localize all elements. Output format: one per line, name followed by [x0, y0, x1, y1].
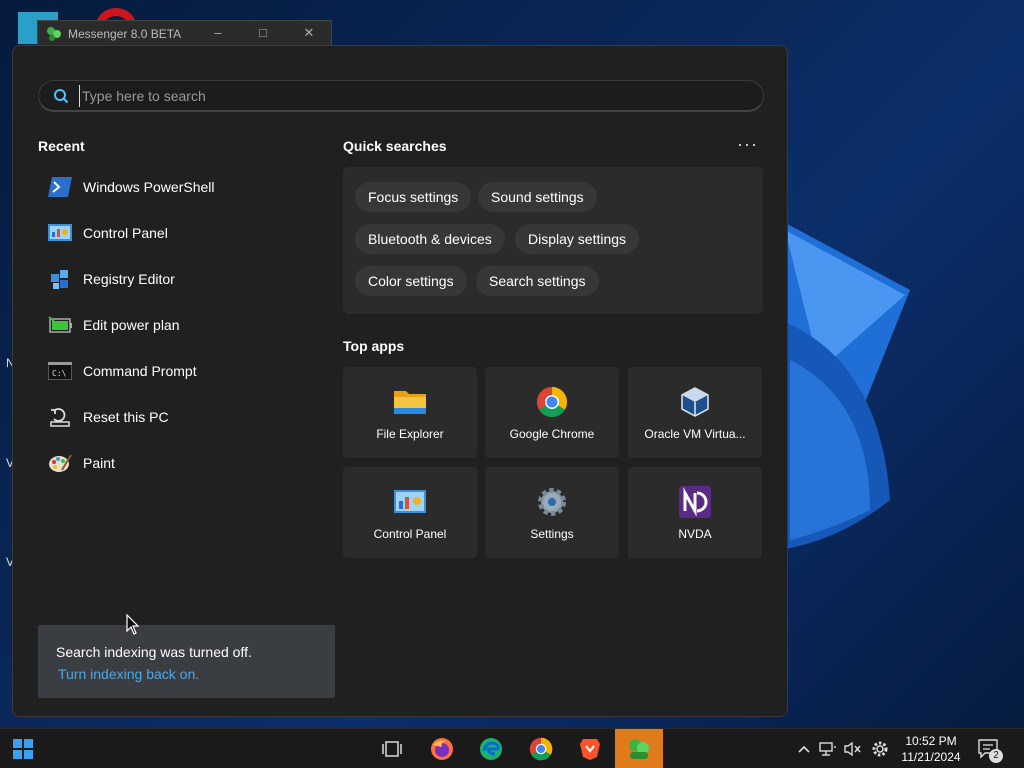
recent-item-registry-editor[interactable]: Registry Editor [37, 259, 307, 299]
app-tile-label: NVDA [678, 527, 712, 541]
show-hidden-icons-button[interactable] [795, 729, 813, 768]
app-tile-nvda[interactable]: NVDA [628, 467, 762, 558]
taskbar-firefox[interactable] [422, 729, 462, 768]
windows-icon [13, 739, 33, 759]
minimize-button[interactable]: – [208, 25, 228, 40]
task-view-button[interactable] [372, 729, 412, 768]
app-tile-label: Settings [530, 527, 574, 541]
messenger-window-titlebar[interactable]: Messenger 8.0 BETA – □ ✕ [37, 20, 332, 48]
app-tile-google-chrome[interactable]: Google Chrome [485, 367, 619, 458]
app-tile-label: File Explorer [376, 427, 444, 441]
settings-tray-button[interactable] [869, 729, 891, 768]
recent-item-edit-power-plan[interactable]: Edit power plan [37, 305, 307, 345]
gear-icon [872, 741, 888, 757]
clock-time: 10:52 PM [905, 734, 957, 748]
notice-text: Search indexing was turned off. [56, 644, 252, 660]
app-tile-oracle-vm[interactable]: Oracle VM Virtua... [628, 367, 762, 458]
powershell-icon [47, 174, 73, 200]
network-button[interactable] [818, 729, 838, 768]
taskbar: 10:52 PM 11/21/2024 2 [0, 728, 1024, 768]
recent-item-label: Windows PowerShell [83, 179, 215, 195]
recent-item-paint[interactable]: Paint [37, 443, 307, 483]
nvda-icon [678, 485, 712, 519]
maximize-button[interactable]: □ [253, 25, 273, 40]
chip-search-settings[interactable]: Search settings [476, 266, 599, 296]
search-input[interactable] [79, 85, 739, 107]
close-button[interactable]: ✕ [299, 25, 319, 41]
chrome-icon [535, 385, 569, 419]
recent-item-control-panel[interactable]: Control Panel [37, 213, 307, 253]
app-tile-label: Control Panel [373, 527, 447, 541]
app-tile-label: Google Chrome [509, 427, 595, 441]
chip-bluetooth-devices[interactable]: Bluetooth & devices [355, 224, 505, 254]
firefox-icon [431, 738, 453, 760]
registry-editor-icon [47, 266, 73, 292]
turn-indexing-on-link[interactable]: Turn indexing back on. [58, 666, 199, 682]
recent-title: Recent [38, 138, 85, 154]
mouse-cursor-icon [126, 614, 140, 635]
recent-item-powershell[interactable]: Windows PowerShell [37, 167, 307, 207]
command-prompt-icon: C:\ [47, 358, 73, 384]
control-panel-icon [47, 220, 73, 246]
chip-focus-settings[interactable]: Focus settings [355, 182, 472, 212]
messenger-icon [629, 739, 649, 759]
chrome-icon [529, 737, 553, 761]
quick-searches-panel: Focus settings Sound settings Bluetooth … [343, 167, 763, 314]
file-explorer-icon [393, 385, 427, 419]
quick-searches-title: Quick searches [343, 138, 447, 154]
indexing-notice: Search indexing was turned off. Turn ind… [38, 625, 335, 698]
chip-color-settings[interactable]: Color settings [355, 266, 467, 296]
search-box[interactable] [38, 80, 764, 112]
reset-pc-icon [47, 404, 73, 430]
recent-item-command-prompt[interactable]: C:\ Command Prompt [37, 351, 307, 391]
recent-item-label: Paint [83, 455, 115, 471]
volume-button[interactable] [842, 729, 862, 768]
volume-muted-icon [844, 741, 861, 757]
messenger-icon [47, 27, 61, 41]
task-view-icon [382, 741, 402, 757]
taskbar-edge[interactable] [471, 729, 511, 768]
taskbar-chrome[interactable] [521, 729, 561, 768]
recent-item-label: Control Panel [83, 225, 168, 241]
app-tile-control-panel[interactable]: Control Panel [343, 467, 477, 558]
app-tile-file-explorer[interactable]: File Explorer [343, 367, 477, 458]
edge-icon [480, 738, 502, 760]
network-icon [819, 742, 836, 756]
recent-item-reset-this-pc[interactable]: Reset this PC [37, 397, 307, 437]
battery-icon [47, 312, 73, 338]
recent-item-label: Command Prompt [83, 363, 197, 379]
app-tile-settings[interactable]: Settings [485, 467, 619, 558]
top-apps-title: Top apps [343, 338, 405, 354]
taskbar-clock[interactable]: 10:52 PM 11/21/2024 [893, 733, 969, 765]
taskbar-brave[interactable] [570, 729, 610, 768]
virtualbox-icon [678, 385, 712, 419]
chevron-up-icon [798, 745, 810, 753]
svg-text:C:\: C:\ [52, 369, 67, 378]
notifications-button[interactable]: 2 [976, 729, 1003, 768]
control-panel-icon [393, 485, 427, 519]
notification-count-badge: 2 [989, 749, 1003, 763]
taskbar-messenger[interactable] [615, 729, 663, 768]
recent-item-label: Registry Editor [83, 271, 175, 287]
more-options-button[interactable]: ··· [737, 134, 758, 155]
paint-icon [47, 450, 73, 476]
window-title: Messenger 8.0 BETA [68, 27, 182, 41]
start-button[interactable] [3, 729, 43, 768]
search-icon [54, 89, 69, 104]
app-tile-label: Oracle VM Virtua... [644, 427, 746, 441]
settings-gear-icon [535, 485, 569, 519]
brave-icon [580, 739, 600, 760]
recent-item-label: Edit power plan [83, 317, 180, 333]
clock-date: 11/21/2024 [901, 750, 961, 764]
chip-display-settings[interactable]: Display settings [515, 224, 640, 254]
chip-sound-settings[interactable]: Sound settings [478, 182, 597, 212]
recent-item-label: Reset this PC [83, 409, 169, 425]
